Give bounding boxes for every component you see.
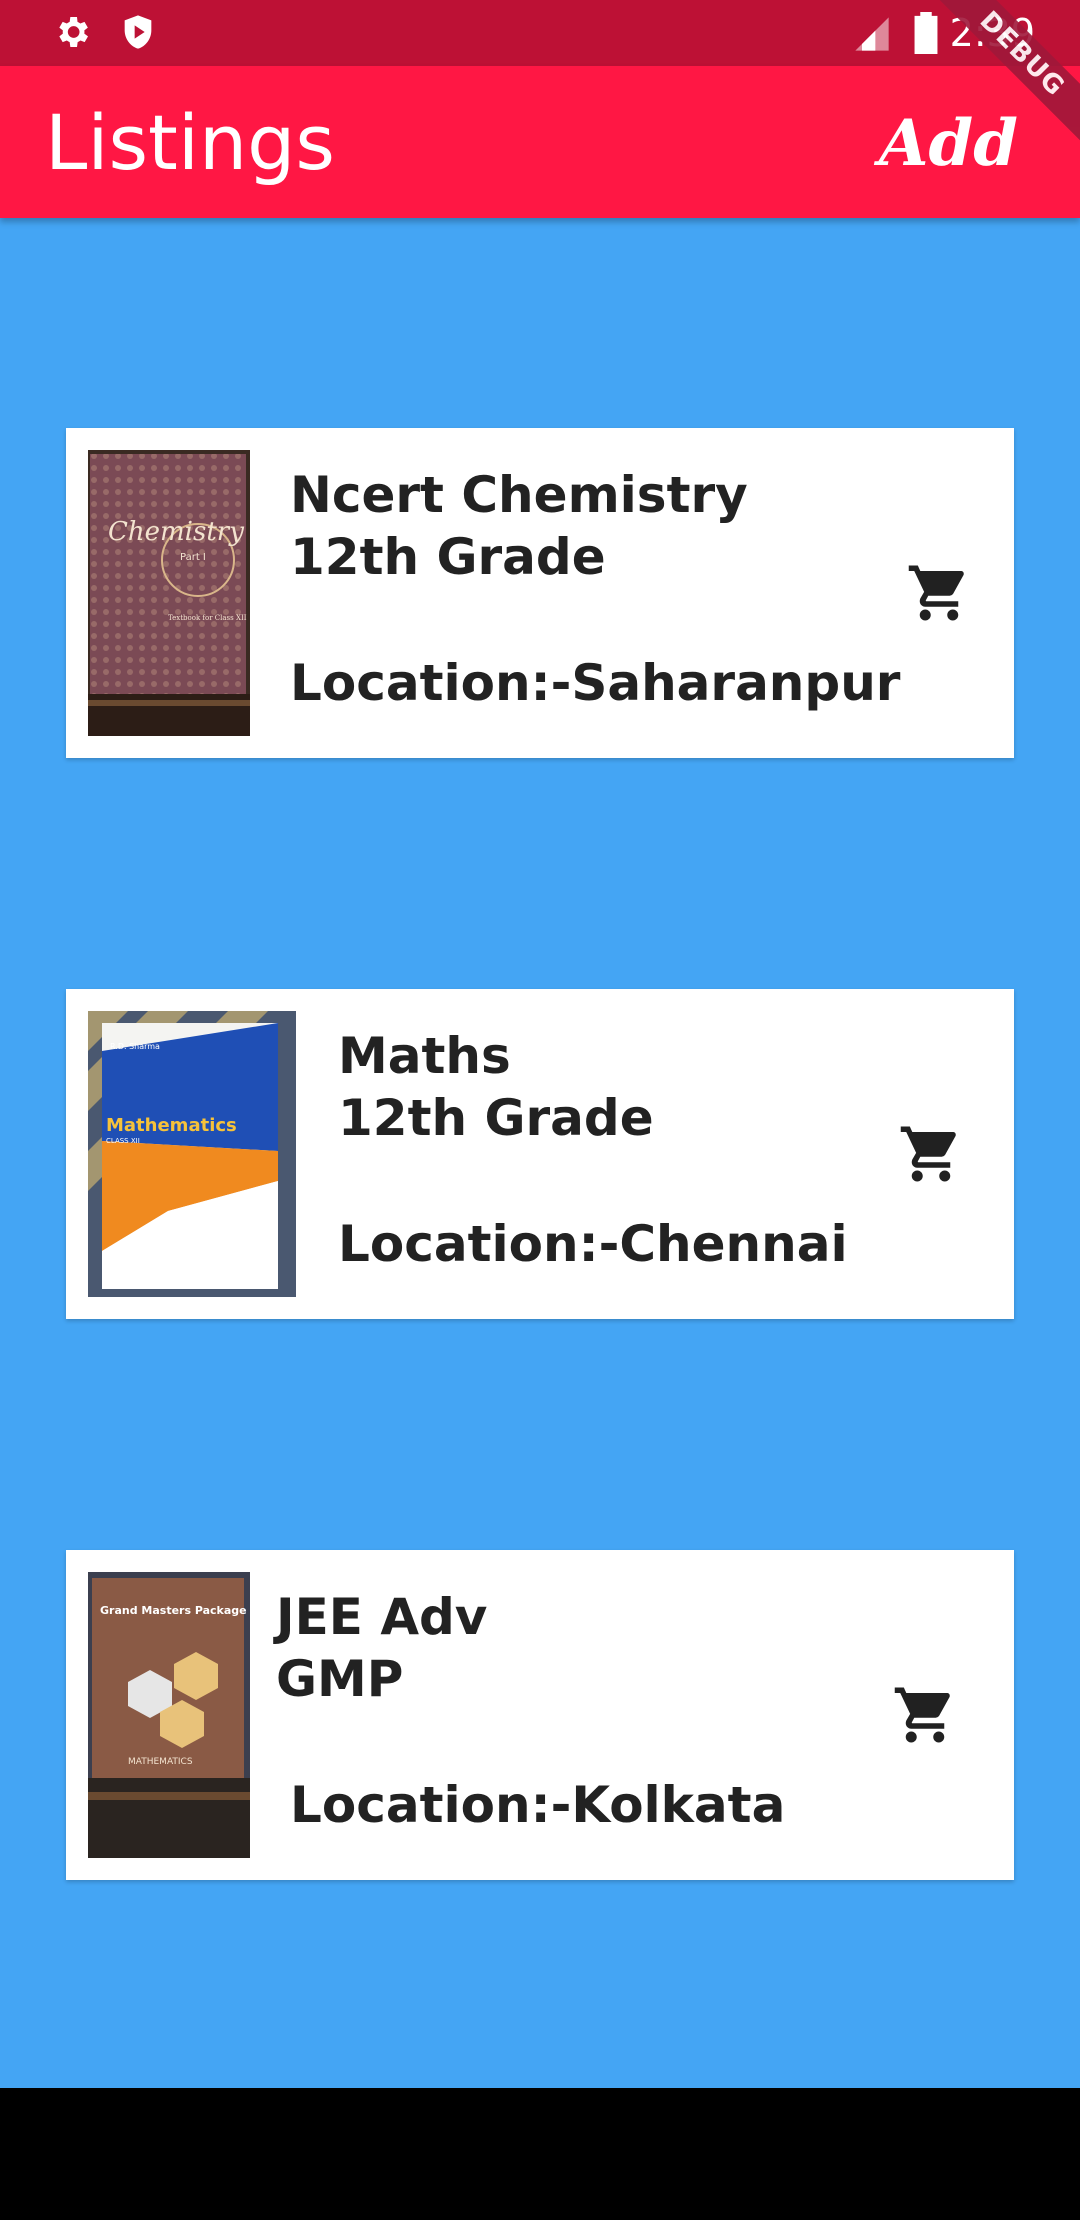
listing-title: Ncert Chemistry — [290, 466, 748, 524]
settings-icon — [52, 12, 92, 57]
cover-footer: MATHEMATICS — [128, 1757, 193, 1767]
page-title: Listings — [45, 98, 335, 187]
listings-list[interactable]: Chemistry Part I Textbook for Class XII … — [0, 218, 1080, 2088]
book-cover-image: R.D. Sharma Mathematics CLASS XII — [88, 1011, 296, 1297]
cover-subtitle: CLASS XII — [106, 1137, 140, 1145]
app-bar: Listings Add — [0, 66, 1080, 218]
battery-icon — [912, 12, 940, 59]
listing-location: Location:-Saharanpur — [290, 654, 901, 712]
listing-grade: GMP — [276, 1650, 404, 1708]
listing-grade: 12th Grade — [290, 528, 606, 586]
signal-icon — [852, 14, 892, 59]
listing-card[interactable]: Grand Masters Package MATHEMATICS JEE Ad… — [66, 1550, 1014, 1880]
book-cover-image: Grand Masters Package MATHEMATICS — [88, 1572, 250, 1858]
add-to-cart-button[interactable] — [906, 560, 972, 626]
cover-author: R.D. Sharma — [110, 1042, 160, 1051]
listing-title: Maths — [338, 1027, 511, 1085]
listing-location: Location:-Kolkata — [290, 1776, 786, 1834]
listing-location: Location:-Chennai — [338, 1215, 848, 1273]
shopping-cart-icon — [908, 565, 964, 621]
status-bar: 2:39 — [0, 0, 1080, 66]
add-button[interactable]: Add — [879, 104, 1018, 184]
add-to-cart-button[interactable] — [892, 1682, 958, 1748]
add-to-cart-button[interactable] — [898, 1121, 964, 1187]
cover-title: Chemistry — [108, 517, 244, 547]
shield-icon — [118, 12, 158, 57]
book-cover-image: Chemistry Part I Textbook for Class XII — [88, 450, 250, 736]
listing-grade: 12th Grade — [338, 1089, 654, 1147]
shopping-cart-icon — [894, 1687, 950, 1743]
system-navigation-bar — [0, 2088, 1080, 2220]
shopping-cart-icon — [900, 1126, 956, 1182]
listing-card[interactable]: R.D. Sharma Mathematics CLASS XII Maths … — [66, 989, 1014, 1319]
listing-card[interactable]: Chemistry Part I Textbook for Class XII … — [66, 428, 1014, 758]
cover-title: Grand Masters Package — [100, 1604, 247, 1617]
cover-subtitle: Part I — [180, 552, 206, 563]
cover-footer: Textbook for Class XII — [168, 614, 247, 622]
cover-title: Mathematics — [106, 1115, 237, 1136]
listing-title: JEE Adv — [276, 1588, 488, 1646]
